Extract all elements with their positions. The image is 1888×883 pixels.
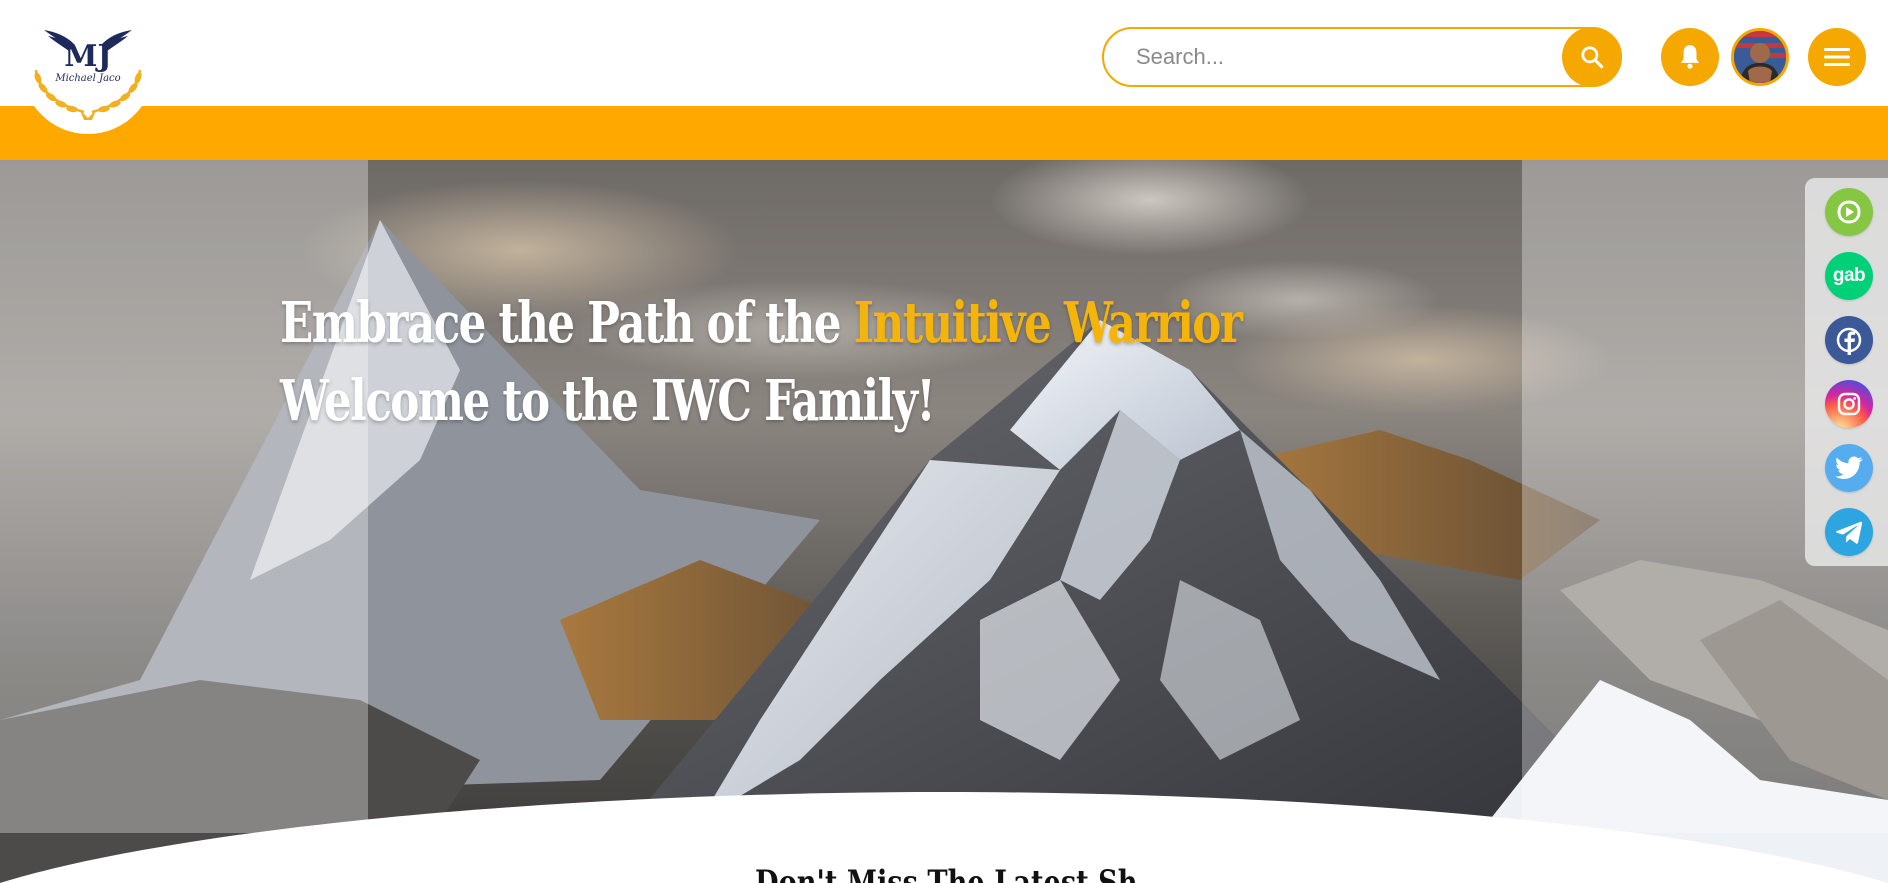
user-avatar[interactable]	[1731, 28, 1789, 86]
latest-shows-section: Don't Miss The Latest Sh	[0, 855, 1888, 883]
section-heading: Don't Miss The Latest Sh	[755, 863, 1138, 883]
logo-monogram: MJ	[64, 39, 111, 74]
site-logo[interactable]: MJ Michael Jaco	[22, 0, 154, 134]
search-bar	[1102, 27, 1622, 87]
search-input[interactable]	[1136, 29, 1536, 85]
notifications-button[interactable]	[1661, 28, 1719, 86]
twitter-link[interactable]	[1825, 444, 1873, 492]
instagram-link[interactable]	[1825, 380, 1873, 428]
facebook-icon	[1836, 327, 1862, 355]
search-icon	[1581, 46, 1604, 69]
telegram-icon	[1836, 521, 1863, 544]
telegram-link[interactable]	[1825, 508, 1873, 556]
page: Embrace the Path of the Intuitive Warrio…	[0, 0, 1888, 883]
hero-headline: Embrace the Path of the Intuitive Warrio…	[280, 284, 1243, 440]
rumble-icon	[1837, 200, 1861, 224]
social-links-sidebar: gab	[1805, 178, 1888, 566]
site-header	[0, 0, 1888, 106]
gab-link[interactable]: gab	[1825, 252, 1873, 300]
avatar-image	[1734, 31, 1786, 83]
logo-script-name: Michael Jaco	[54, 73, 120, 84]
headline-part1: Embrace the Path of the	[280, 290, 854, 356]
winged-laurel-logo: MJ Michael Jaco	[26, 22, 150, 126]
menu-button[interactable]	[1808, 28, 1866, 86]
header-accent-bar	[0, 106, 1888, 160]
headline-line2: Welcome to the IWC Family!	[280, 368, 936, 434]
headline-accent: Intuitive Warrior	[853, 290, 1243, 356]
hero-overlay-left	[0, 160, 368, 833]
hero-section: Embrace the Path of the Intuitive Warrio…	[0, 160, 1888, 883]
hamburger-menu-icon	[1824, 48, 1850, 66]
bell-icon	[1680, 45, 1700, 69]
gab-icon: gab	[1832, 265, 1866, 286]
twitter-icon	[1835, 456, 1863, 479]
search-button[interactable]	[1562, 27, 1622, 87]
instagram-icon	[1837, 392, 1861, 416]
facebook-link[interactable]	[1825, 316, 1873, 364]
rumble-link[interactable]	[1825, 188, 1873, 236]
